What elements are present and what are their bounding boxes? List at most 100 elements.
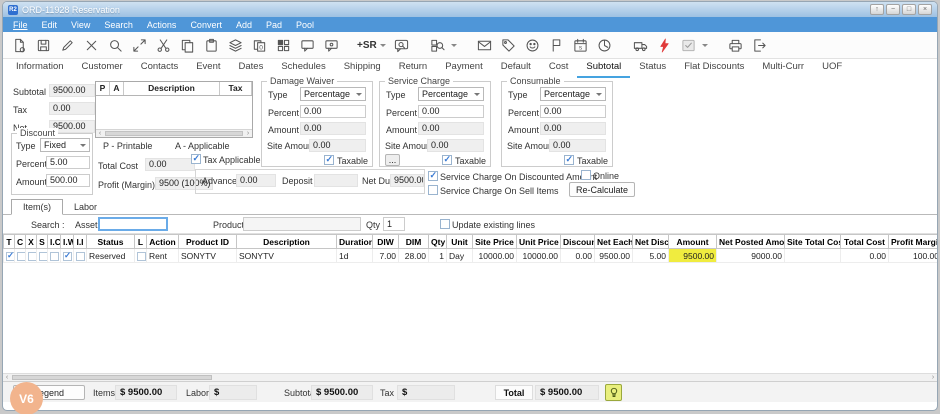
scroll-right-icon[interactable]: ›: [244, 130, 252, 137]
minimize-button[interactable]: −: [886, 4, 900, 15]
cell-check-i-i[interactable]: [74, 249, 87, 263]
tax-grid-col-p[interactable]: P: [96, 82, 110, 95]
restore-button[interactable]: □: [902, 4, 916, 15]
boxes-search-icon[interactable]: [426, 34, 450, 56]
items-tab-item-s-[interactable]: Item(s): [11, 199, 63, 215]
menu-item-actions[interactable]: Actions: [140, 20, 184, 30]
cell-check-l[interactable]: [135, 249, 147, 263]
online-checkbox[interactable]: [581, 170, 591, 180]
tab-multi-curr[interactable]: Multi-Curr: [753, 58, 813, 78]
chevron-down-icon[interactable]: [702, 44, 708, 47]
items-tab-labor[interactable]: Labor: [63, 200, 108, 214]
cell-product-id[interactable]: SONYTV: [179, 249, 237, 263]
cell-check-t[interactable]: [4, 249, 15, 263]
grid-col-unit[interactable]: Unit: [447, 235, 473, 249]
save-icon[interactable]: [31, 34, 55, 56]
smiley-icon[interactable]: [521, 34, 545, 56]
menu-item-file[interactable]: File: [6, 20, 35, 30]
lightning-icon[interactable]: [653, 34, 677, 56]
cell-site-price[interactable]: 10000.00: [473, 249, 517, 263]
tax-grid-scrollbar[interactable]: ‹ ›: [96, 129, 252, 137]
tab-information[interactable]: Information: [7, 58, 73, 78]
sc-taxable-checkbox[interactable]: [442, 155, 452, 165]
menu-item-pool[interactable]: Pool: [289, 20, 321, 30]
cell-profit-margin[interactable]: 100.00: [889, 249, 938, 263]
rollup-button[interactable]: ↑: [870, 4, 884, 15]
tab-flat-discounts[interactable]: Flat Discounts: [675, 58, 753, 78]
tab-default[interactable]: Default: [492, 58, 540, 78]
grid-col-duration[interactable]: Duration: [337, 235, 373, 249]
menu-item-pad[interactable]: Pad: [259, 20, 289, 30]
expand-icon[interactable]: [127, 34, 151, 56]
chevron-down-icon[interactable]: [380, 44, 386, 47]
tab-contacts[interactable]: Contacts: [132, 58, 188, 78]
cell-check-s[interactable]: [37, 249, 48, 263]
grid-col-i-i[interactable]: I.I: [74, 235, 87, 249]
grid-col-dim[interactable]: DIM: [399, 235, 429, 249]
copy-icon[interactable]: [175, 34, 199, 56]
tab-cost[interactable]: Cost: [540, 58, 578, 78]
cell-net-each[interactable]: 9500.00: [595, 249, 633, 263]
delete-icon[interactable]: [79, 34, 103, 56]
grid-col-net-disc[interactable]: Net Disc: [633, 235, 669, 249]
cell-net-disc[interactable]: 5.00: [633, 249, 669, 263]
grid-col-c[interactable]: C: [15, 235, 26, 249]
paste-icon[interactable]: [199, 34, 223, 56]
comment-dot-icon[interactable]: [319, 34, 343, 56]
blocks-icon[interactable]: [271, 34, 295, 56]
tab-customer[interactable]: Customer: [73, 58, 132, 78]
grid-col-discount[interactable]: Discount: [561, 235, 595, 249]
horizontal-scrollbar[interactable]: ‹ ›: [3, 373, 937, 381]
copy-zero-icon[interactable]: 0: [247, 34, 271, 56]
tax-grid-col-a[interactable]: A: [110, 82, 124, 95]
sc-type-dropdown[interactable]: Percentage: [418, 87, 484, 101]
cell-diw[interactable]: 7.00: [373, 249, 399, 263]
tab-uof[interactable]: UOF: [813, 58, 851, 78]
bubble-search-icon[interactable]: [390, 34, 414, 56]
grid-col-diw[interactable]: DIW: [373, 235, 399, 249]
task-calendar-icon[interactable]: [677, 34, 701, 56]
cell-unit-price[interactable]: 10000.00: [517, 249, 561, 263]
grid-col-product-id[interactable]: Product ID: [179, 235, 237, 249]
checkbox-icon[interactable]: [6, 252, 15, 261]
table-row[interactable]: ReservedRentSONYTVSONYTV1d7.0028.001Day1…: [4, 249, 938, 263]
cell-duration[interactable]: 1d: [337, 249, 373, 263]
sc-sell-checkbox[interactable]: [428, 185, 438, 195]
tab-dates[interactable]: Dates: [230, 58, 273, 78]
menu-item-edit[interactable]: Edit: [35, 20, 65, 30]
new-document-icon[interactable]: [7, 34, 31, 56]
tax-grid-col-description[interactable]: Description: [124, 82, 220, 95]
grid-col-status[interactable]: Status: [87, 235, 135, 249]
tax-grid-body[interactable]: [96, 96, 252, 129]
close-button[interactable]: ×: [918, 4, 932, 15]
checkbox-icon[interactable]: [76, 252, 85, 261]
sc-discounted-checkbox[interactable]: [428, 171, 438, 181]
tab-payment[interactable]: Payment: [436, 58, 492, 78]
sc-percent-input[interactable]: 0.00: [418, 105, 484, 118]
scroll-left-icon[interactable]: ‹: [3, 374, 11, 381]
tab-subtotal[interactable]: Subtotal: [577, 58, 630, 78]
dw-type-dropdown[interactable]: Percentage: [300, 87, 366, 101]
grid-col-amount[interactable]: Amount: [669, 235, 717, 249]
scroll-right-icon[interactable]: ›: [929, 374, 937, 381]
cell-check-i-w[interactable]: [61, 249, 74, 263]
tab-shipping[interactable]: Shipping: [335, 58, 390, 78]
checkbox-icon[interactable]: [39, 252, 48, 261]
add-sr-button[interactable]: +SR: [355, 40, 379, 51]
lightbulb-button[interactable]: [605, 384, 622, 401]
grid-col-description[interactable]: Description: [237, 235, 337, 249]
tab-status[interactable]: Status: [630, 58, 675, 78]
cons-percent-input[interactable]: 0.00: [540, 105, 606, 118]
grid-col-t[interactable]: T: [4, 235, 15, 249]
cons-type-dropdown[interactable]: Percentage: [540, 87, 606, 101]
tab-event[interactable]: Event: [187, 58, 229, 78]
comment-icon[interactable]: [295, 34, 319, 56]
grid-col-qty[interactable]: Qty: [429, 235, 447, 249]
cell-check-c[interactable]: [15, 249, 26, 263]
dw-taxable-checkbox[interactable]: [324, 155, 334, 165]
cons-taxable-checkbox[interactable]: [564, 155, 574, 165]
chevron-down-icon[interactable]: [451, 44, 457, 47]
asset-input[interactable]: [98, 217, 168, 231]
tax-applicable-checkbox[interactable]: [191, 154, 201, 164]
clock-pie-icon[interactable]: [593, 34, 617, 56]
